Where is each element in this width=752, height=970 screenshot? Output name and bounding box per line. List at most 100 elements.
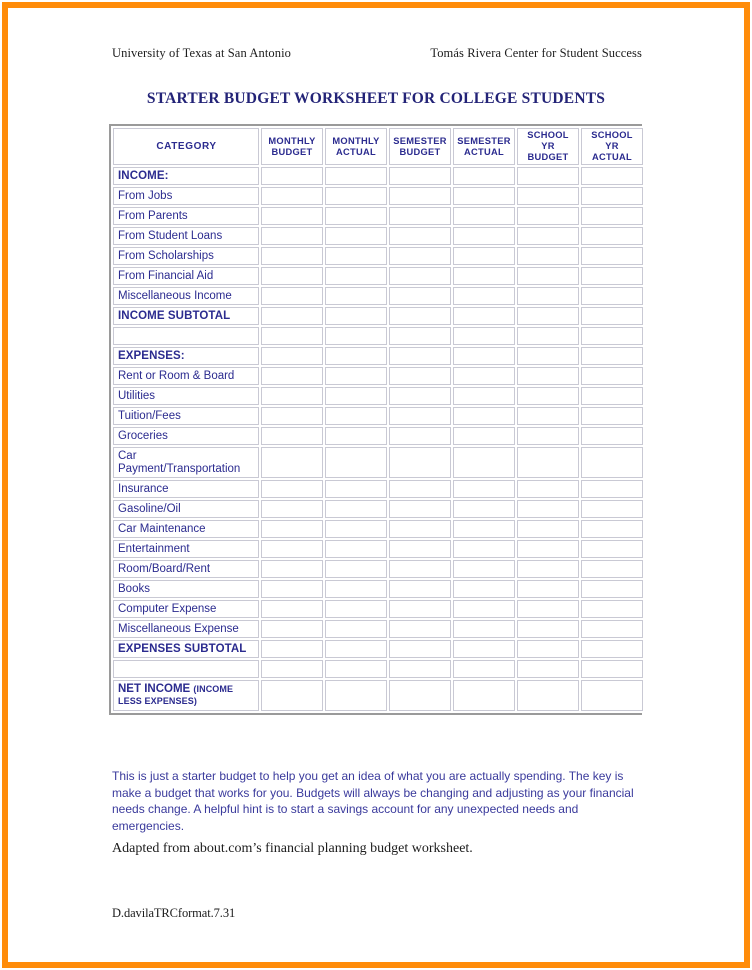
- budget-cell-r2-c2[interactable]: [389, 207, 451, 225]
- budget-cell-r23-c4[interactable]: [517, 640, 579, 658]
- budget-cell-r7-c0[interactable]: [261, 307, 323, 325]
- budget-cell-r25-c5[interactable]: [581, 680, 643, 711]
- budget-cell-r5-c1[interactable]: [325, 267, 387, 285]
- budget-cell-r21-c5[interactable]: [581, 600, 643, 618]
- budget-cell-r5-c4[interactable]: [517, 267, 579, 285]
- budget-cell-r5-c2[interactable]: [389, 267, 451, 285]
- budget-cell-r15-c5[interactable]: [581, 480, 643, 498]
- budget-cell-r23-c1[interactable]: [325, 640, 387, 658]
- budget-cell-r25-c2[interactable]: [389, 680, 451, 711]
- budget-cell-r9-c3[interactable]: [453, 347, 515, 365]
- budget-cell-r5-c3[interactable]: [453, 267, 515, 285]
- budget-cell-r24-c0[interactable]: [261, 660, 323, 678]
- budget-cell-r11-c4[interactable]: [517, 387, 579, 405]
- budget-cell-r5-c0[interactable]: [261, 267, 323, 285]
- budget-cell-r2-c0[interactable]: [261, 207, 323, 225]
- budget-cell-r24-c5[interactable]: [581, 660, 643, 678]
- budget-cell-r11-c0[interactable]: [261, 387, 323, 405]
- budget-cell-r22-c2[interactable]: [389, 620, 451, 638]
- budget-cell-r24-c1[interactable]: [325, 660, 387, 678]
- budget-cell-r2-c1[interactable]: [325, 207, 387, 225]
- budget-cell-r25-c4[interactable]: [517, 680, 579, 711]
- budget-cell-r17-c5[interactable]: [581, 520, 643, 538]
- budget-cell-r24-c2[interactable]: [389, 660, 451, 678]
- budget-cell-r19-c3[interactable]: [453, 560, 515, 578]
- budget-cell-r19-c5[interactable]: [581, 560, 643, 578]
- budget-cell-r3-c2[interactable]: [389, 227, 451, 245]
- budget-cell-r14-c2[interactable]: [389, 447, 451, 478]
- budget-cell-r22-c0[interactable]: [261, 620, 323, 638]
- budget-cell-r7-c5[interactable]: [581, 307, 643, 325]
- budget-cell-r12-c5[interactable]: [581, 407, 643, 425]
- budget-cell-r24-c4[interactable]: [517, 660, 579, 678]
- budget-cell-r17-c4[interactable]: [517, 520, 579, 538]
- budget-cell-r2-c3[interactable]: [453, 207, 515, 225]
- budget-cell-r18-c5[interactable]: [581, 540, 643, 558]
- budget-cell-r10-c5[interactable]: [581, 367, 643, 385]
- budget-cell-r11-c3[interactable]: [453, 387, 515, 405]
- budget-cell-r9-c1[interactable]: [325, 347, 387, 365]
- budget-cell-r11-c1[interactable]: [325, 387, 387, 405]
- budget-cell-r21-c2[interactable]: [389, 600, 451, 618]
- budget-cell-r7-c1[interactable]: [325, 307, 387, 325]
- budget-cell-r3-c3[interactable]: [453, 227, 515, 245]
- budget-cell-r25-c3[interactable]: [453, 680, 515, 711]
- budget-cell-r16-c1[interactable]: [325, 500, 387, 518]
- budget-cell-r5-c5[interactable]: [581, 267, 643, 285]
- budget-cell-r6-c5[interactable]: [581, 287, 643, 305]
- budget-cell-r9-c4[interactable]: [517, 347, 579, 365]
- budget-cell-r4-c5[interactable]: [581, 247, 643, 265]
- budget-cell-r3-c0[interactable]: [261, 227, 323, 245]
- budget-cell-r10-c4[interactable]: [517, 367, 579, 385]
- budget-cell-r18-c4[interactable]: [517, 540, 579, 558]
- budget-cell-r21-c1[interactable]: [325, 600, 387, 618]
- budget-cell-r6-c3[interactable]: [453, 287, 515, 305]
- budget-cell-r1-c0[interactable]: [261, 187, 323, 205]
- budget-cell-r14-c1[interactable]: [325, 447, 387, 478]
- budget-cell-r8-c3[interactable]: [453, 327, 515, 345]
- budget-cell-r8-c5[interactable]: [581, 327, 643, 345]
- budget-cell-r0-c0[interactable]: [261, 167, 323, 185]
- budget-cell-r22-c3[interactable]: [453, 620, 515, 638]
- budget-cell-r18-c2[interactable]: [389, 540, 451, 558]
- budget-cell-r14-c5[interactable]: [581, 447, 643, 478]
- budget-cell-r18-c3[interactable]: [453, 540, 515, 558]
- budget-cell-r0-c4[interactable]: [517, 167, 579, 185]
- budget-cell-r6-c4[interactable]: [517, 287, 579, 305]
- budget-cell-r8-c4[interactable]: [517, 327, 579, 345]
- budget-cell-r17-c0[interactable]: [261, 520, 323, 538]
- budget-cell-r22-c4[interactable]: [517, 620, 579, 638]
- budget-cell-r10-c2[interactable]: [389, 367, 451, 385]
- budget-cell-r18-c0[interactable]: [261, 540, 323, 558]
- budget-cell-r8-c0[interactable]: [261, 327, 323, 345]
- budget-cell-r8-c1[interactable]: [325, 327, 387, 345]
- budget-cell-r13-c0[interactable]: [261, 427, 323, 445]
- budget-cell-r19-c1[interactable]: [325, 560, 387, 578]
- budget-cell-r21-c3[interactable]: [453, 600, 515, 618]
- budget-cell-r7-c3[interactable]: [453, 307, 515, 325]
- budget-cell-r16-c4[interactable]: [517, 500, 579, 518]
- budget-cell-r1-c5[interactable]: [581, 187, 643, 205]
- budget-cell-r16-c2[interactable]: [389, 500, 451, 518]
- budget-cell-r23-c5[interactable]: [581, 640, 643, 658]
- budget-cell-r16-c5[interactable]: [581, 500, 643, 518]
- budget-cell-r20-c5[interactable]: [581, 580, 643, 598]
- budget-cell-r7-c4[interactable]: [517, 307, 579, 325]
- budget-cell-r16-c0[interactable]: [261, 500, 323, 518]
- budget-cell-r16-c3[interactable]: [453, 500, 515, 518]
- budget-cell-r14-c4[interactable]: [517, 447, 579, 478]
- budget-cell-r13-c2[interactable]: [389, 427, 451, 445]
- budget-cell-r23-c0[interactable]: [261, 640, 323, 658]
- budget-cell-r4-c1[interactable]: [325, 247, 387, 265]
- budget-cell-r10-c0[interactable]: [261, 367, 323, 385]
- budget-cell-r20-c2[interactable]: [389, 580, 451, 598]
- budget-cell-r19-c2[interactable]: [389, 560, 451, 578]
- budget-cell-r19-c0[interactable]: [261, 560, 323, 578]
- budget-cell-r21-c0[interactable]: [261, 600, 323, 618]
- budget-cell-r6-c2[interactable]: [389, 287, 451, 305]
- budget-cell-r15-c3[interactable]: [453, 480, 515, 498]
- budget-cell-r10-c1[interactable]: [325, 367, 387, 385]
- budget-cell-r4-c3[interactable]: [453, 247, 515, 265]
- budget-cell-r2-c5[interactable]: [581, 207, 643, 225]
- budget-cell-r23-c3[interactable]: [453, 640, 515, 658]
